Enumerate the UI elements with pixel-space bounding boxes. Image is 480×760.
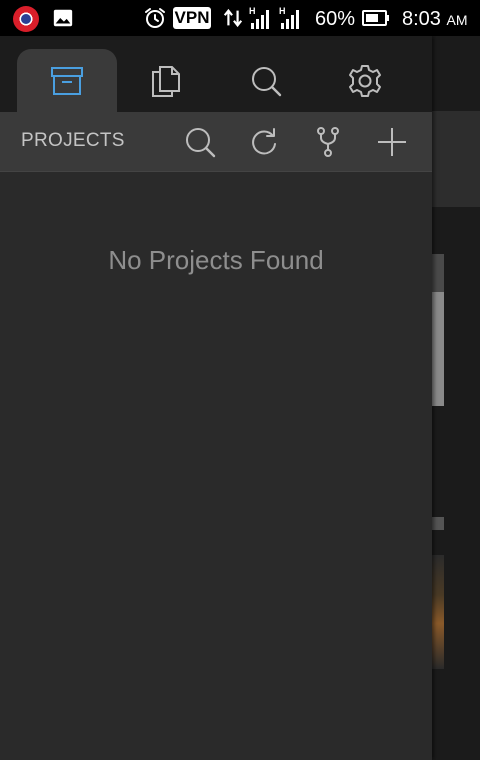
plus-icon	[378, 128, 406, 156]
clock-time: 8:03	[402, 8, 441, 30]
projects-title: PROJECTS	[21, 130, 125, 151]
gallery-icon	[53, 9, 73, 27]
empty-state-message: No Projects Found	[108, 245, 324, 275]
refresh-icon	[252, 128, 276, 155]
vpn-badge: VPN	[173, 7, 211, 29]
search-icon	[252, 66, 282, 96]
background-toolbar	[430, 111, 480, 207]
tab-search[interactable]	[216, 49, 316, 112]
search-icon	[186, 128, 216, 158]
signal-h-icon: H	[279, 6, 299, 29]
drawer-tab-bar	[0, 36, 432, 112]
tab-settings[interactable]	[315, 49, 415, 112]
background-panel-header	[432, 254, 444, 292]
clone-repo-button[interactable]	[310, 124, 346, 160]
svg-text:H: H	[279, 6, 286, 16]
battery-percent: 60%	[315, 8, 356, 30]
background-panel-bar	[432, 517, 444, 530]
refresh-button[interactable]	[246, 124, 282, 160]
flag-app-icon	[13, 6, 39, 32]
git-fork-icon	[317, 127, 339, 157]
clock: 8:03 AM	[402, 7, 468, 32]
add-project-button[interactable]	[374, 124, 410, 160]
documents-icon	[152, 65, 180, 97]
gear-icon	[349, 64, 381, 97]
background-image	[432, 555, 444, 669]
tab-files[interactable]	[116, 49, 216, 112]
data-arrows-icon	[223, 8, 243, 28]
navigation-drawer: PROJECTS No Projects Found	[0, 36, 432, 760]
signal-h-icon: H	[249, 6, 269, 29]
background-scroll-block	[432, 292, 444, 406]
archive-box-icon	[51, 66, 83, 95]
battery-icon	[362, 10, 389, 26]
clock-am-pm: AM	[446, 12, 468, 28]
tab-projects[interactable]	[17, 49, 117, 112]
screen: VPN H H 60% 8:03 AM PROJECTS No Projects…	[0, 0, 480, 760]
status-bar: VPN H H 60% 8:03 AM	[0, 0, 480, 36]
projects-list: No Projects Found	[0, 172, 432, 760]
svg-text:H: H	[249, 6, 256, 16]
alarm-icon	[145, 8, 165, 28]
projects-header: PROJECTS	[0, 112, 432, 172]
search-projects-button[interactable]	[182, 124, 218, 160]
